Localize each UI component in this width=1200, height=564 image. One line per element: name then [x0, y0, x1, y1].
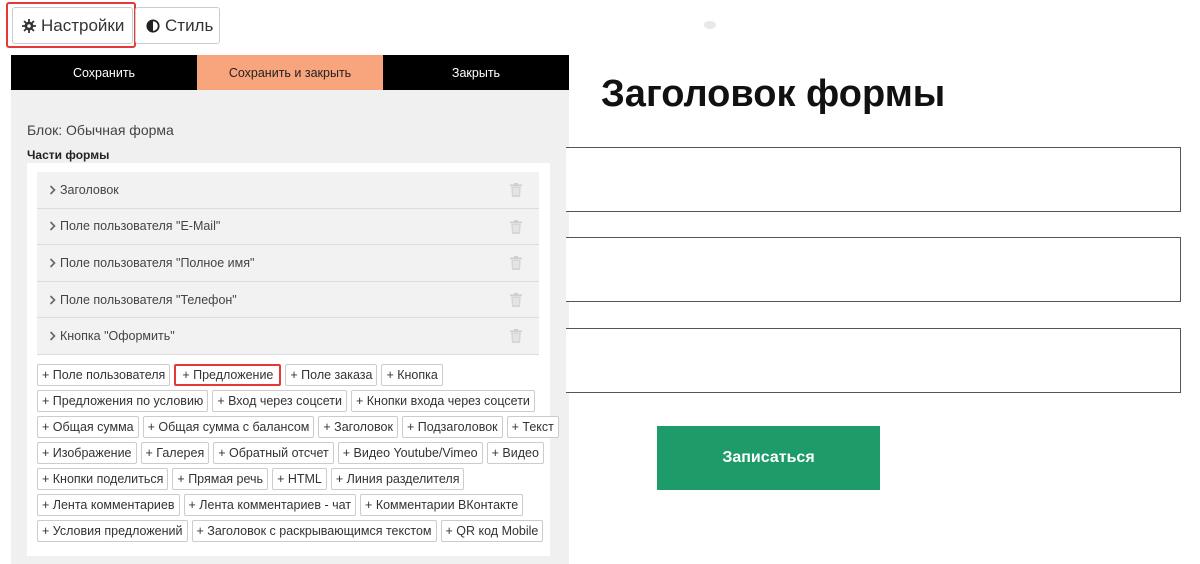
add-part-chip[interactable]: + Изображение — [37, 442, 137, 464]
parts-box: Заголовок Поле пользователя "E-Mail" Поле … — [27, 163, 559, 556]
page-root: Настройки Стиль Сохранить Сохранить и за… — [0, 0, 1200, 564]
add-part-chip[interactable]: + Кнопки входа через соцсети — [351, 390, 535, 412]
chevron-right-icon — [49, 295, 56, 305]
add-part-chip[interactable]: + Кнопка — [381, 364, 443, 386]
form-field-name[interactable] — [566, 237, 1181, 302]
add-part-chip[interactable]: + Вход через соцсети — [212, 390, 347, 412]
block-title: Блок: Обычная форма — [27, 122, 174, 138]
trash-icon[interactable] — [510, 183, 522, 200]
chip-row: + Поле пользователя + Предложение + Поле з… — [37, 364, 542, 386]
trash-icon[interactable] — [510, 329, 522, 346]
add-part-chip[interactable]: + Подзаголовок — [401, 416, 503, 438]
add-part-chip[interactable]: + Предложение — [174, 364, 282, 386]
tab-settings-label: Настройки — [41, 15, 125, 35]
add-part-chip[interactable]: + Поле заказа — [285, 364, 378, 386]
close-button[interactable]: Закрыть — [383, 55, 569, 90]
add-part-chip[interactable]: + HTML — [272, 468, 327, 490]
chip-row: + Предложения по условию + Вход через соц… — [37, 390, 542, 412]
add-part-chip[interactable]: + Условия предложений — [37, 520, 188, 542]
parts-list: Заголовок Поле пользователя "E-Mail" Поле … — [37, 172, 539, 355]
tab-style[interactable]: Стиль — [135, 7, 220, 44]
chevron-right-icon — [49, 185, 56, 195]
add-part-chip[interactable]: + Видео Youtube/Vimeo — [337, 442, 483, 464]
add-part-chip[interactable]: + Видео — [486, 442, 544, 464]
add-part-chip[interactable]: + Линия разделителя — [330, 468, 465, 490]
form-field-email[interactable] — [566, 147, 1181, 212]
chevron-right-icon — [49, 221, 56, 231]
add-part-chip[interactable]: + Заголовок с раскрывающимся текстом — [191, 520, 437, 542]
part-row[interactable]: Поле пользователя "Полное имя" — [37, 245, 539, 282]
submit-button[interactable]: Записаться — [657, 426, 880, 490]
add-part-chip[interactable]: + Лента комментариев - чат — [183, 494, 357, 516]
editor-panel: Сохранить Сохранить и закрыть Закрыть Бл… — [11, 55, 569, 564]
add-part-chip[interactable]: + Комментарии ВКонтакте — [360, 494, 524, 516]
contrast-icon — [146, 18, 160, 33]
trash-icon[interactable] — [510, 219, 522, 237]
tab-settings[interactable]: Настройки — [12, 7, 133, 44]
chevron-right-icon — [49, 258, 56, 268]
add-part-chip[interactable]: + Поле пользователя — [37, 364, 171, 386]
parts-title: Части формы — [27, 148, 110, 162]
add-part-chip[interactable]: + Предложения по условию — [37, 390, 209, 412]
chip-row: + Лента комментариев + Лента комментариев… — [37, 494, 542, 516]
add-part-chip[interactable]: + Обратный отсчет — [213, 442, 334, 464]
part-label: Поле пользователя "Телефон" — [60, 292, 237, 307]
add-part-chip[interactable]: + Лента комментариев — [37, 494, 180, 516]
part-row[interactable]: Заголовок — [37, 172, 539, 209]
tab-style-label: Стиль — [165, 15, 214, 35]
add-part-chip[interactable]: + Текст — [506, 416, 559, 438]
add-part-chip[interactable]: + Общая сумма — [37, 416, 139, 438]
add-part-chip[interactable]: + Кнопки поделиться — [37, 468, 169, 490]
add-part-chip[interactable]: + Галерея — [140, 442, 210, 464]
trash-icon[interactable] — [510, 256, 522, 273]
form-field-phone[interactable] — [566, 328, 1181, 393]
gear-icon — [22, 18, 36, 33]
part-row[interactable]: Поле пользователя "E-Mail" — [37, 208, 539, 246]
part-label: Кнопка "Оформить" — [60, 329, 175, 344]
chevron-right-icon — [49, 331, 56, 341]
form-title: Заголовок формы — [601, 73, 946, 115]
save-button[interactable]: Сохранить — [11, 55, 197, 90]
save-close-button[interactable]: Сохранить и закрыть — [197, 55, 383, 90]
part-label: Поле пользователя "Полное имя" — [60, 255, 255, 270]
chip-row: + Изображение + Галерея + Обратный отсчет +… — [37, 442, 544, 464]
add-part-chips: + Поле пользователя + Предложение + Поле з… — [37, 364, 559, 546]
chip-row: + Условия предложений + Заголовок с раскр… — [37, 520, 544, 542]
add-part-chip[interactable]: + Прямая речь — [172, 468, 269, 490]
part-label: Заголовок — [60, 182, 119, 197]
add-part-chip[interactable]: + Общая сумма с балансом — [142, 416, 315, 438]
action-bar: Сохранить Сохранить и закрыть Закрыть — [11, 55, 569, 90]
part-row[interactable]: Кнопка "Оформить" — [37, 318, 539, 355]
add-part-chip[interactable]: + QR код Mobile — [440, 520, 544, 542]
chip-row: + Кнопки поделиться + Прямая речь + HTML + … — [37, 468, 542, 490]
part-row[interactable]: Поле пользователя "Телефон" — [37, 281, 539, 319]
part-label: Поле пользователя "E-Mail" — [60, 219, 221, 234]
chip-row: + Общая сумма + Общая сумма с балансом + З… — [37, 416, 559, 438]
loading-dot — [704, 21, 716, 29]
add-part-chip[interactable]: + Заголовок — [318, 416, 398, 438]
trash-icon[interactable] — [510, 292, 522, 310]
